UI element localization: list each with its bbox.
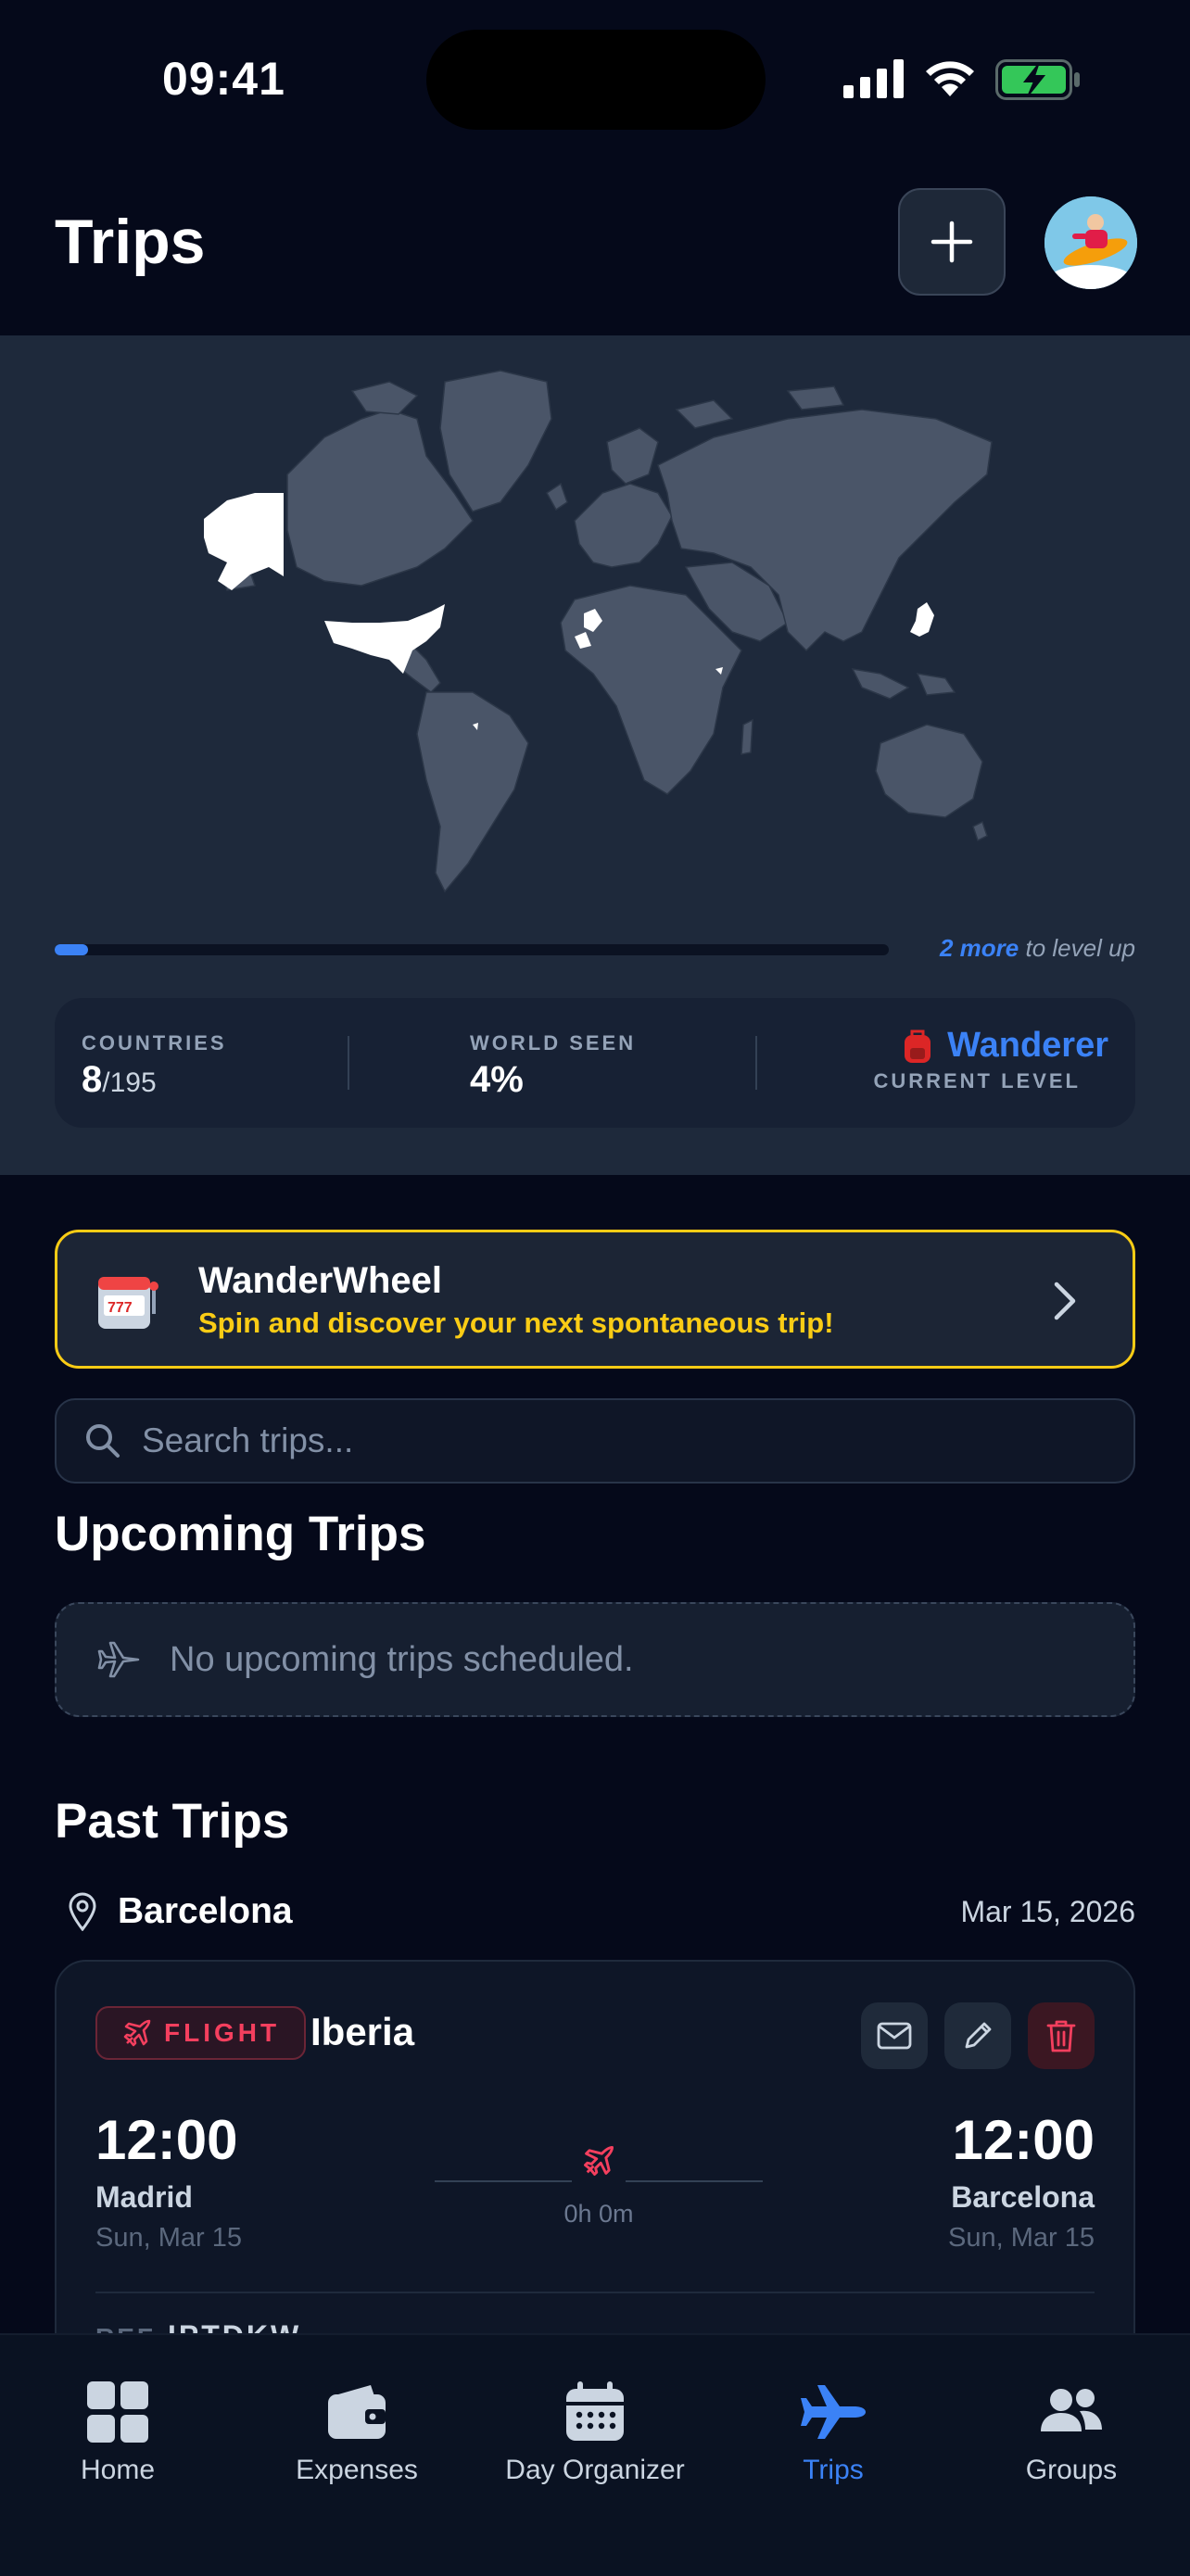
plus-icon	[930, 221, 973, 263]
slot-machine-icon: 777	[98, 1277, 158, 1329]
tab-bar: Home Expenses Day Organizer Trips Groups	[0, 2333, 1190, 2576]
tab-label-trips: Trips	[803, 2455, 864, 2485]
flight-badge: FLIGHT	[95, 2006, 307, 2060]
flight-duration: 0h 0m	[563, 2200, 634, 2228]
home-grid-icon	[87, 2381, 148, 2443]
card-divider	[95, 2292, 1095, 2293]
level-progress-fill	[55, 944, 88, 955]
trash-icon	[1046, 2020, 1076, 2052]
avatar-image	[1044, 196, 1137, 289]
tab-groups[interactable]: Groups	[956, 2380, 1187, 2486]
search-input[interactable]	[140, 1421, 978, 1461]
tab-home[interactable]: Home	[2, 2380, 234, 2486]
past-trips-heading: Past Trips	[55, 1794, 290, 1849]
world-seen-value: 4%	[470, 1059, 524, 1100]
search-bar[interactable]	[55, 1398, 1135, 1484]
tab-label-day-organizer: Day Organizer	[505, 2455, 685, 2485]
wanderwheel-banner[interactable]: 777 WanderWheel Spin and discover your n…	[55, 1230, 1135, 1369]
countries-label: COUNTRIES	[82, 1031, 227, 1054]
level-label: CURRENT LEVEL	[873, 1069, 1081, 1092]
backpack-icon	[905, 1029, 931, 1063]
countries-total: /195	[102, 1067, 157, 1098]
wifi-icon	[926, 61, 974, 96]
levelup-count: 2 more	[939, 934, 1019, 962]
trip-location-row[interactable]: Barcelona Mar 15, 2026	[55, 1888, 1135, 1935]
tab-label-groups: Groups	[1025, 2455, 1118, 2485]
tab-day-organizer[interactable]: Day Organizer	[479, 2380, 711, 2486]
mail-icon	[877, 2022, 912, 2050]
wanderwheel-title: WanderWheel	[198, 1260, 442, 1301]
world-map	[204, 370, 993, 893]
chevron-right-icon	[1054, 1282, 1076, 1320]
departure-date: Sun, Mar 15	[95, 2223, 242, 2253]
search-icon	[86, 1424, 120, 1458]
trip-location: Barcelona	[118, 1891, 293, 1931]
tab-label-home: Home	[80, 2455, 156, 2485]
level-progress-bar	[55, 944, 889, 955]
battery-charging-icon	[995, 59, 1080, 100]
tab-expenses[interactable]: Expenses	[241, 2380, 473, 2486]
departure-city: Madrid	[95, 2180, 193, 2214]
tab-trips[interactable]: Trips	[717, 2380, 949, 2486]
world-seen-label: WORLD SEEN	[470, 1031, 637, 1054]
wanderwheel-subtitle: Spin and discover your next spontaneous …	[198, 1307, 834, 1339]
levelup-text: 2 more to level up	[940, 934, 1135, 963]
stats-divider	[755, 1036, 757, 1090]
route-line-left	[435, 2180, 572, 2182]
map-pin-icon	[69, 1892, 96, 1931]
upcoming-empty-state: No upcoming trips scheduled.	[55, 1602, 1135, 1717]
email-button[interactable]	[861, 2002, 928, 2069]
carrier-name: Iberia	[310, 2010, 415, 2053]
edit-button[interactable]	[944, 2002, 1011, 2069]
tab-label-expenses: Expenses	[296, 2455, 418, 2485]
level-name: Wanderer	[947, 1026, 1108, 1065]
pencil-icon	[965, 2022, 992, 2049]
airplane-route-icon	[584, 2146, 614, 2176]
svg-text:777: 777	[108, 1300, 133, 1316]
calendar-icon	[566, 2381, 624, 2441]
dynamic-island	[426, 30, 766, 130]
departure-time: 12:00	[95, 2109, 238, 2171]
arrival-time: 12:00	[952, 2109, 1095, 2171]
upcoming-trips-heading: Upcoming Trips	[55, 1507, 426, 1561]
airplane-badge-icon	[123, 2019, 151, 2047]
people-icon	[1041, 2389, 1102, 2431]
arrival-city: Barcelona	[951, 2180, 1095, 2214]
page-title: Trips	[55, 207, 206, 277]
airplane-outline-icon	[97, 1641, 140, 1678]
route-line-right	[626, 2180, 763, 2182]
countries-value: 8	[82, 1059, 103, 1100]
world-map-section: 2 more to level up COUNTRIES 8/195 WORLD…	[0, 335, 1190, 1175]
countries-stat: COUNTRIES 8/195	[82, 1031, 227, 1101]
upcoming-empty-text: No upcoming trips scheduled.	[170, 1639, 634, 1679]
flight-badge-label: FLIGHT	[164, 2018, 281, 2047]
add-trip-button[interactable]	[898, 188, 1006, 296]
status-time: 09:41	[162, 53, 285, 105]
arrival-date: Sun, Mar 15	[948, 2223, 1095, 2253]
delete-button[interactable]	[1028, 2002, 1095, 2069]
level-stat: Wanderer CURRENT LEVEL	[873, 1026, 1108, 1093]
flight-actions	[861, 2002, 1095, 2069]
stats-divider	[348, 1036, 349, 1090]
wallet-icon	[328, 2385, 386, 2439]
airplane-icon	[801, 2385, 866, 2439]
signal-icon	[843, 59, 904, 98]
levelup-suffix: to level up	[1019, 934, 1135, 962]
stats-card: COUNTRIES 8/195 WORLD SEEN 4% Wanderer C…	[55, 998, 1135, 1128]
avatar[interactable]	[1044, 196, 1137, 289]
trip-date: Mar 15, 2026	[960, 1894, 1135, 1928]
world-seen-stat: WORLD SEEN 4%	[470, 1031, 636, 1101]
